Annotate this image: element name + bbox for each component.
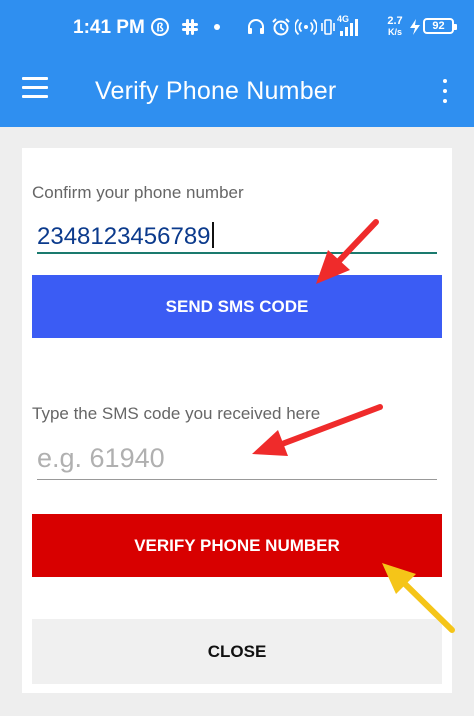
battery-icon: 92: [423, 18, 457, 34]
sms-code-underline: [37, 479, 437, 480]
phone-label: Confirm your phone number: [32, 183, 244, 202]
verify-phone-number-button[interactable]: VERIFY PHONE NUMBER: [32, 514, 442, 577]
dot-icon: [213, 13, 221, 41]
alarm-icon: [271, 13, 291, 41]
sms-code-label: Type the SMS code you received here: [32, 404, 321, 423]
b-circle-icon: ß: [150, 13, 170, 41]
menu-icon[interactable]: [22, 77, 52, 103]
network-speed: 2.7 K/s: [384, 13, 406, 41]
close-button[interactable]: CLOSE: [32, 619, 442, 684]
network-speed-value: 2.7: [387, 15, 403, 27]
status-bar: 1:41 PM ß 4G 2.7 K/s 92: [0, 0, 474, 53]
page-title: Verify Phone Number: [95, 77, 337, 105]
phone-number-value: 2348123456789: [37, 223, 211, 250]
sms-code-input[interactable]: e.g. 61940: [37, 443, 165, 474]
overflow-menu-icon[interactable]: [436, 77, 454, 105]
status-time: 1:41 PM: [73, 17, 145, 38]
vibrate-icon: [320, 13, 336, 41]
network-speed-unit: K/s: [387, 27, 402, 37]
hotspot-icon: [295, 13, 317, 41]
phone-number-input[interactable]: 2348123456789: [37, 222, 214, 251]
slack-icon: [180, 13, 200, 41]
text-caret: [211, 222, 214, 248]
phone-input-underline: [37, 252, 437, 254]
svg-text:ß: ß: [156, 21, 163, 35]
signal-icon: [338, 13, 360, 41]
headphones-icon: [246, 13, 266, 41]
send-sms-code-button[interactable]: SEND SMS CODE: [32, 275, 442, 338]
charging-icon: [408, 13, 422, 41]
app-bar: Verify Phone Number: [0, 53, 474, 127]
